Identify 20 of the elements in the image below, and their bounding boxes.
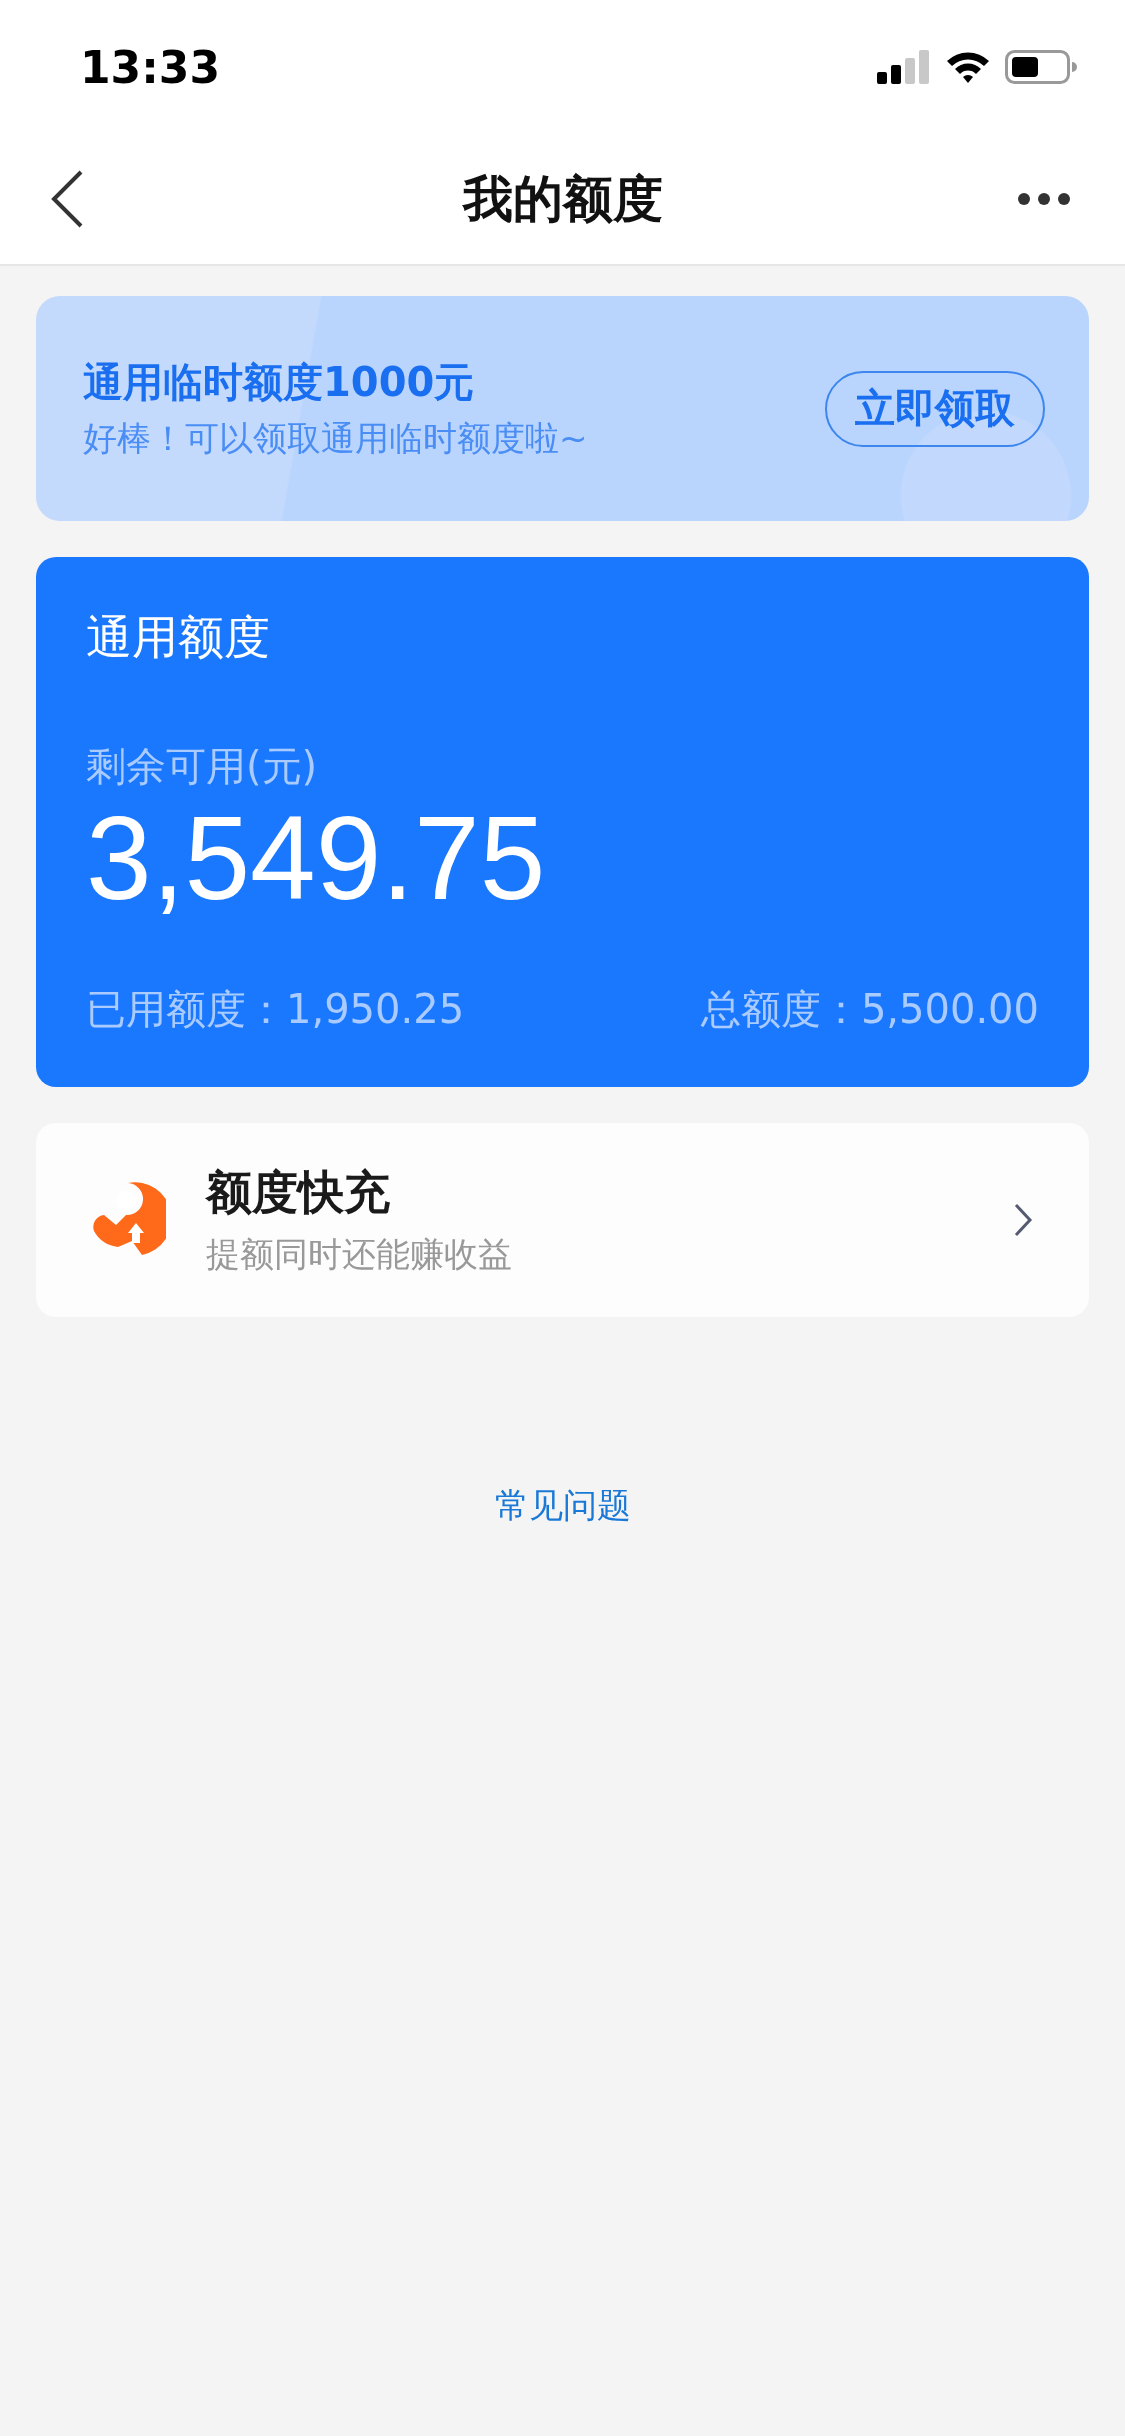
promo-subtitle: 好棒！可以领取通用临时额度啦~ xyxy=(83,417,588,460)
chevron-right-icon xyxy=(1013,1203,1033,1237)
more-icon[interactable] xyxy=(1017,192,1071,206)
used-quota: 已用额度：1,950.25 xyxy=(86,985,465,1034)
claim-button[interactable]: 立即领取 xyxy=(825,370,1045,447)
quota-title: 通用额度 xyxy=(86,609,271,666)
faq-link[interactable]: 常见问题 xyxy=(494,1483,631,1529)
quick-charge-subtitle: 提额同时还能赚收益 xyxy=(206,1233,513,1276)
wifi-icon xyxy=(945,50,991,84)
signal-icon xyxy=(877,50,931,84)
status-time: 13:33 xyxy=(80,41,221,93)
battery-icon xyxy=(1005,50,1077,84)
available-amount: 3,549.75 xyxy=(86,794,547,924)
available-label: 剩余可用(元) xyxy=(86,742,319,791)
back-icon[interactable] xyxy=(50,170,84,228)
quick-charge-title: 额度快充 xyxy=(206,1164,391,1221)
total-quota: 总额度：5,500.00 xyxy=(700,985,1039,1034)
promo-title: 通用临时额度1000元 xyxy=(83,358,476,407)
page-title: 我的额度 xyxy=(462,168,663,230)
quick-charge-row[interactable]: 额度快充 提额同时还能赚收益 xyxy=(36,1123,1089,1317)
